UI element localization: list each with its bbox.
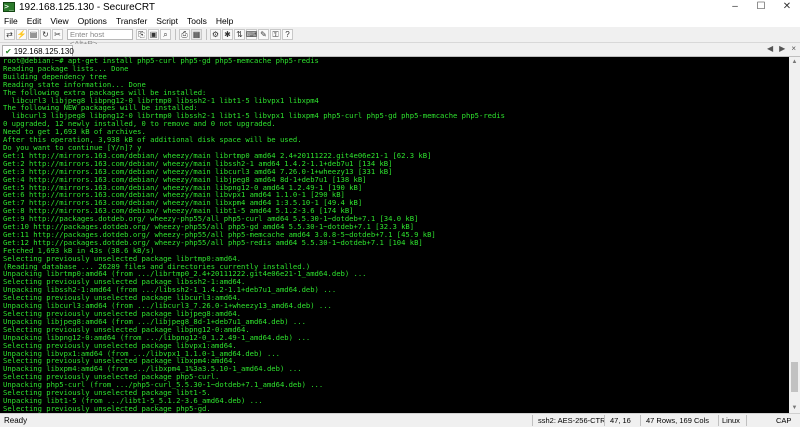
disconnect-icon[interactable]: ✂ [52, 29, 63, 40]
minimize-button[interactable]: – [722, 0, 748, 14]
status-divider [746, 415, 747, 426]
status-divider [640, 415, 641, 426]
sftp-icon[interactable]: ⇅ [234, 29, 245, 40]
scroll-up-icon[interactable]: ▲ [789, 57, 800, 67]
menu-file[interactable]: File [4, 16, 18, 26]
session-options-icon[interactable]: ⚙ [210, 29, 221, 40]
menu-transfer[interactable]: Transfer [116, 16, 147, 26]
tab-bar: ✔ 192.168.125.130 ◀ ▶ × [0, 44, 800, 57]
copy-icon[interactable]: ⎘ [136, 29, 147, 40]
maximize-button[interactable]: ☐ [748, 0, 774, 14]
menu-script[interactable]: Script [156, 16, 178, 26]
global-options-icon[interactable]: ✱ [222, 29, 233, 40]
menu-tools[interactable]: Tools [187, 16, 207, 26]
toolbar-divider [206, 29, 207, 40]
help-icon[interactable]: ? [282, 29, 293, 40]
terminal-lines: root@debian:~# apt-get install php5-curl… [3, 57, 505, 413]
lock-icon[interactable]: ⚿ [270, 29, 281, 40]
menu-view[interactable]: View [50, 16, 68, 26]
menu-edit[interactable]: Edit [27, 16, 42, 26]
close-window-button[interactable]: ✕ [774, 0, 800, 14]
title-bar: >_ 192.168.125.130 - SecureCRT – ☐ ✕ [0, 0, 800, 14]
scroll-thumb[interactable] [791, 362, 798, 392]
keymap-icon[interactable]: ⌨ [246, 29, 257, 40]
toolbar: ⇄ ⚡ ▤ ↻ ✂ Enter host <Alt+R> ⎘ ▣ ⌕ ⎙ ▦ ⚙… [0, 27, 800, 48]
status-cursor-position: 47, 16 [610, 416, 631, 425]
script-icon[interactable]: ✎ [258, 29, 269, 40]
status-divider [718, 415, 719, 426]
securecrt-icon: >_ [3, 2, 15, 12]
window-title: 192.168.125.130 - SecureCRT [19, 1, 156, 13]
close-tab-icon[interactable]: × [791, 44, 796, 53]
toolbar-divider [175, 29, 176, 40]
menu-help[interactable]: Help [216, 16, 233, 26]
status-bar: Ready ssh2: AES-256-CTR 47, 16 47 Rows, … [0, 413, 800, 427]
session-tab[interactable]: ✔ 192.168.125.130 [2, 45, 74, 56]
quick-connect-icon[interactable]: ⚡ [16, 29, 27, 40]
status-terminal-size: 47 Rows, 169 Cols [646, 416, 709, 425]
status-os: Linux [722, 416, 740, 425]
connected-check-icon: ✔ [5, 46, 12, 56]
connect-icon[interactable]: ⇄ [4, 29, 15, 40]
status-ready: Ready [4, 416, 28, 425]
tab-scroll-right-icon[interactable]: ▶ [779, 44, 785, 53]
find-icon[interactable]: ⌕ [160, 29, 171, 40]
scroll-down-icon[interactable]: ▼ [789, 403, 800, 413]
status-caps: CAP [776, 416, 792, 425]
print-setup-icon[interactable]: ▦ [191, 29, 202, 40]
print-icon[interactable]: ⎙ [179, 29, 190, 40]
terminal-output[interactable]: root@debian:~# apt-get install php5-curl… [0, 57, 789, 413]
session-tab-label: 192.168.125.130 [13, 46, 74, 56]
menu-options[interactable]: Options [78, 16, 107, 26]
menu-bar: File Edit View Options Transfer Script T… [0, 14, 800, 27]
terminal-scrollbar[interactable]: ▲ ▼ [789, 57, 800, 413]
paste-icon[interactable]: ▣ [148, 29, 159, 40]
reconnect-icon[interactable]: ↻ [40, 29, 51, 40]
status-divider [604, 415, 605, 426]
status-divider [532, 415, 533, 426]
connect-tab-icon[interactable]: ▤ [28, 29, 39, 40]
tab-scroll-left-icon[interactable]: ◀ [767, 44, 773, 53]
tab-controls: ◀ ▶ × [761, 44, 796, 53]
host-input[interactable]: Enter host <Alt+R> [67, 29, 133, 48]
status-encryption: ssh2: AES-256-CTR [538, 416, 606, 425]
window-controls: – ☐ ✕ [722, 0, 800, 14]
